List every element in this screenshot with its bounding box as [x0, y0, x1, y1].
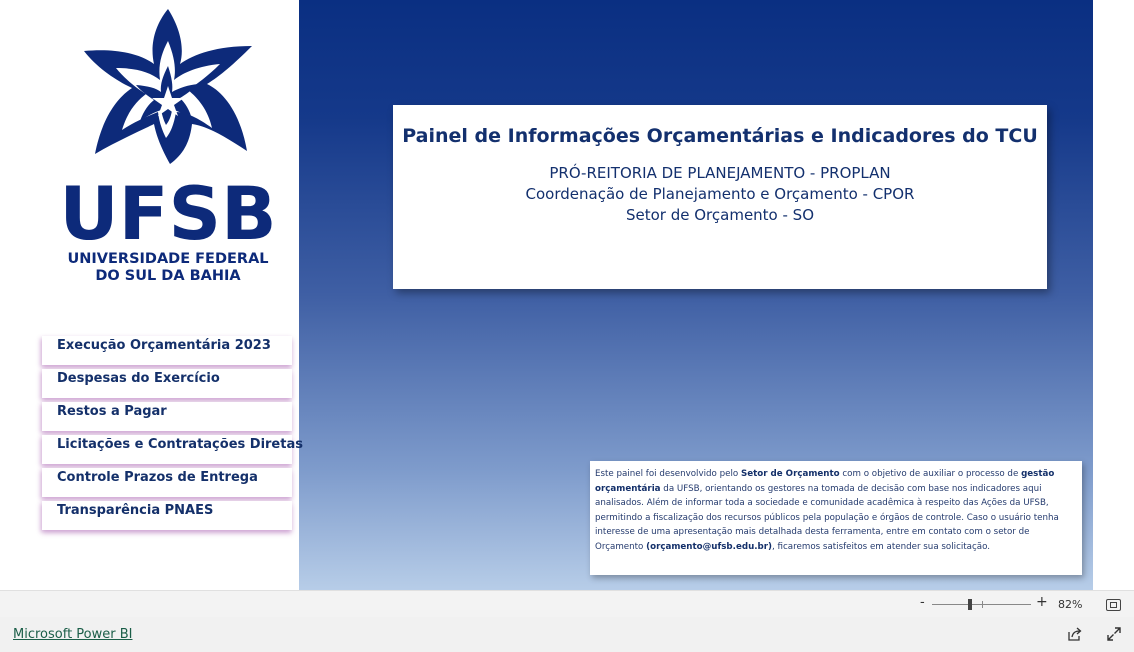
logo-line2: DO SUL DA BAHIA: [95, 268, 241, 284]
nav-item-restos-a-pagar[interactable]: Restos a Pagar: [42, 402, 292, 431]
power-bi-link[interactable]: Microsoft Power BI: [13, 627, 132, 642]
report-canvas: UFSB UNIVERSIDADE FEDERAL DO SUL DA BAHI…: [0, 0, 1093, 590]
share-icon[interactable]: [1067, 626, 1083, 642]
info-text-part: , ficaremos satisfeitos em atender sua s…: [772, 541, 991, 552]
subtitle-cpor: Coordenação de Planejamento e Orçamento …: [525, 185, 915, 203]
nav-item-despesas[interactable]: Despesas do Exercício: [42, 369, 292, 398]
star-logo-icon: UFSB UNIVERSIDADE FEDERAL DO SUL DA BAHI…: [62, 9, 274, 284]
nav-item-controle-prazos[interactable]: Controle Prazos de Entrega: [42, 468, 292, 497]
nav-item-licitacoes[interactable]: Licitações e Contratações Diretas: [42, 435, 303, 464]
zoom-out-button[interactable]: -: [920, 595, 925, 610]
nav-item-label: Execução Orçamentária 2023: [57, 338, 271, 353]
nav-item-transparencia-pnaes[interactable]: Transparência PNAES: [42, 501, 292, 530]
zoom-level: 82%: [1058, 598, 1083, 611]
info-text-bold: Setor de Orçamento: [740, 469, 840, 479]
zoom-slider-tick: [982, 601, 983, 608]
nav-item-execucao-orcamentaria[interactable]: Execução Orçamentária 2023: [42, 336, 292, 365]
subtitle-so: Setor de Orçamento - SO: [625, 206, 815, 224]
fit-to-page-icon[interactable]: [1106, 599, 1121, 611]
nav-item-label: Transparência PNAES: [57, 503, 214, 518]
info-text-part: Este painel foi desenvolvido pelo: [595, 469, 741, 479]
logo-line1: UNIVERSIDADE FEDERAL: [67, 251, 268, 267]
right-gutter: [1093, 0, 1134, 590]
page-title: Painel de Informações Orçamentárias e In…: [402, 125, 1038, 147]
footer: Microsoft Power BI: [0, 617, 1134, 652]
nav-item-label: Despesas do Exercício: [57, 371, 220, 386]
ufsb-logo: UFSB UNIVERSIDADE FEDERAL DO SUL DA BAHI…: [62, 6, 274, 286]
subtitle-proplan: PRÓ-REITORIA DE PLANEJAMENTO - PROPLAN: [549, 164, 891, 182]
info-email: (orçamento@ufsb.edu.br): [646, 541, 773, 552]
nav-item-label: Licitações e Contratações Diretas: [57, 437, 303, 452]
nav-item-label: Controle Prazos de Entrega: [57, 470, 258, 485]
info-text: Este painel foi desenvolvido pelo Setor …: [595, 467, 1074, 555]
logo-acronym: UFSB: [62, 172, 274, 257]
nav-item-label: Restos a Pagar: [57, 404, 167, 419]
title-card: Painel de Informações Orçamentárias e In…: [393, 105, 1047, 289]
nav-menu: Execução Orçamentária 2023 Despesas do E…: [42, 336, 303, 534]
zoom-slider-thumb[interactable]: [968, 599, 972, 610]
zoom-in-button[interactable]: +: [1036, 594, 1048, 610]
expand-icon[interactable]: [1106, 626, 1122, 642]
left-panel: UFSB UNIVERSIDADE FEDERAL DO SUL DA BAHI…: [0, 0, 303, 590]
zoom-bar: - + 82%: [0, 590, 1134, 618]
info-text-part: com o objetivo de auxiliar o processo de: [839, 469, 1022, 479]
info-box: Este painel foi desenvolvido pelo Setor …: [590, 461, 1082, 575]
